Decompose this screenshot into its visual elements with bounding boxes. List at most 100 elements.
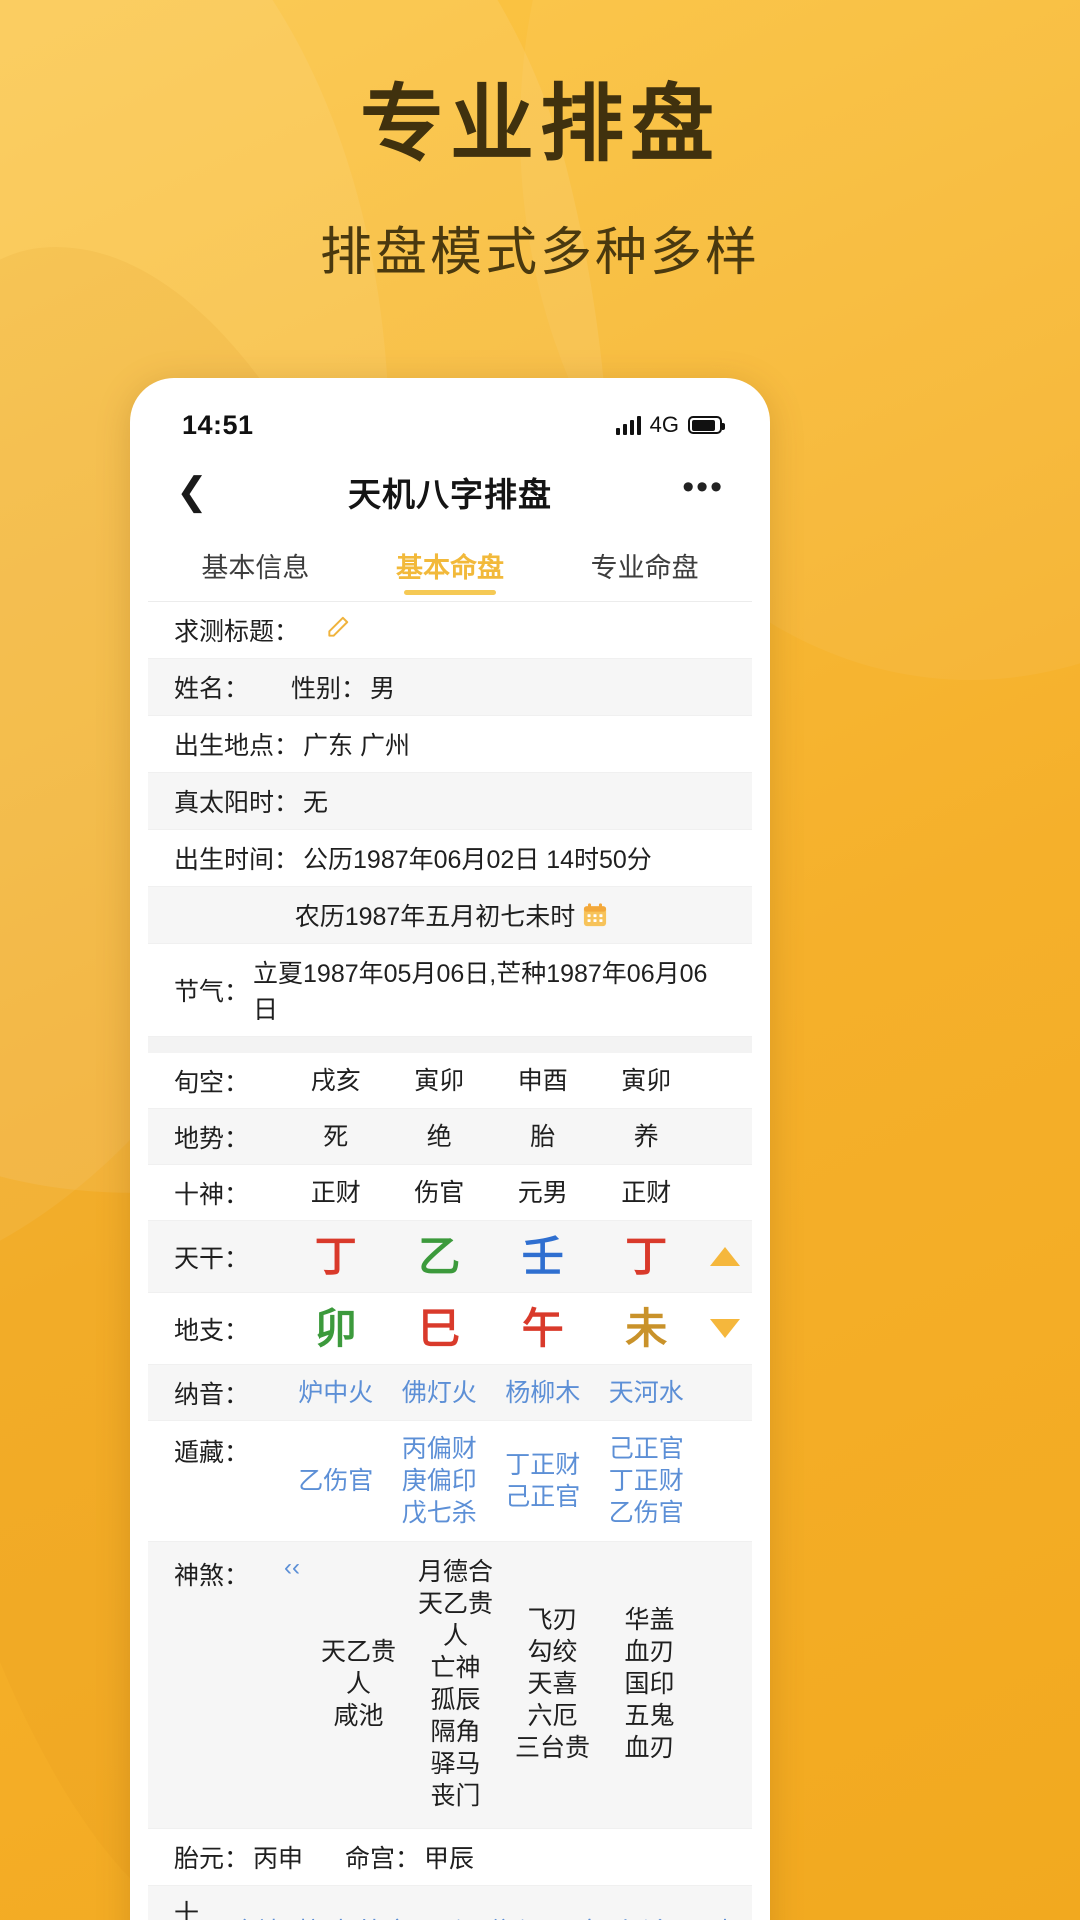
table-cell: 死 — [323, 1122, 349, 1151]
row-true-solar-time: 真太阳时： 无 — [148, 773, 752, 830]
table-row-dizhi: 地支： 卯 巳 午 未 — [148, 1293, 752, 1365]
chevron-left-icon[interactable]: ❮ — [176, 473, 226, 511]
hero-title: 专业排盘 — [359, 77, 720, 171]
table-cell: 华盖 血刃 国印 五鬼 血刃 — [624, 1606, 675, 1762]
table-cell: 绝 — [426, 1122, 452, 1151]
table-cell: 卯 — [314, 1304, 357, 1352]
signal-bars-icon — [615, 415, 641, 435]
minggong-value: 甲辰 — [424, 1845, 475, 1873]
table-cell: 巳 — [418, 1304, 461, 1352]
shishen-label: 十神： — [174, 1180, 250, 1209]
tab-bar: 基本信息 基本命盘 专业命盘 — [148, 530, 752, 602]
status-time: 14:51 — [182, 409, 254, 440]
birth-time-value: 公历1987年06月02日 14时50分 — [303, 846, 652, 874]
row-query-title[interactable]: 求测标题： — [148, 602, 752, 659]
row-birthplace: 出生地点： 广东 广州 — [148, 716, 752, 773]
birthplace-label: 出生地点： — [174, 732, 300, 760]
dunzang-cells: 乙伤官 丙偏财 庚偏印 戊七杀 丁正财 己正官 己正官 丁正财 乙伤官 — [284, 1433, 698, 1529]
table-cell: 申酉 — [517, 1066, 568, 1095]
minggong-label: 命宫： — [345, 1845, 421, 1873]
table-cell: 元男 — [517, 1178, 568, 1207]
navigation-bar: ❮ 天机八字排盘 ••• — [148, 454, 752, 530]
calendar-icon[interactable] — [581, 901, 609, 929]
table-cell: 炉中火 — [298, 1378, 374, 1407]
solar-terms-label: 节气： — [174, 978, 250, 1006]
table-cell: 未 — [625, 1304, 668, 1352]
table-cell: 丁 — [625, 1232, 668, 1280]
tiangan-cells: 丁 乙 壬 丁 — [284, 1230, 698, 1284]
table-cell: 飞刃 勾绞 天喜 六厄 三台贵 — [514, 1606, 590, 1762]
lunar-date-value: 农历1987年五月初七未时 — [294, 903, 576, 931]
status-indicators: 4G — [615, 412, 725, 438]
more-horizontal-icon[interactable]: ••• — [682, 470, 724, 506]
table-cell: 丁 — [314, 1232, 357, 1280]
table-cell: 寅卯 — [414, 1066, 465, 1095]
table-cell: 天乙贵人 咸池 — [320, 1638, 396, 1730]
table-cell: 正财 — [621, 1178, 672, 1207]
hero-banner: 专业排盘 排盘模式多种多样 — [0, 0, 1080, 285]
shishen-list-items: 食神劫财比肩正印偏印正官七杀正财偏财伤官 — [232, 1912, 726, 1920]
row-name-gender: 姓名： 性别： 男 — [148, 659, 752, 716]
table-row-dunzang: 遁藏： 乙伤官 丙偏财 庚偏印 戊七杀 丁正财 己正官 己正官 丁正财 乙伤官 — [148, 1421, 752, 1542]
table-cell: 伤官 — [414, 1178, 465, 1207]
shensha-label: 神煞： — [174, 1562, 250, 1590]
table-cell: 乙伤官 — [298, 1467, 374, 1495]
dishi-cells: 死 绝 胎 养 — [284, 1121, 698, 1153]
taiyuan-label: 胎元： — [174, 1845, 250, 1873]
phone-mockup: 14:51 4G ❮ 天机八字排盘 ••• 基本信息 基本命盘 专业命盘 求测标… — [130, 378, 770, 1920]
table-cell: 养 — [633, 1122, 659, 1151]
table-cell: 午 — [521, 1304, 564, 1352]
table-row-xunkong: 旬空： 戌亥 寅卯 申酉 寅卯 — [148, 1053, 752, 1109]
table-cell: 天河水 — [608, 1378, 684, 1407]
query-title-label: 求测标题： — [174, 618, 300, 646]
status-bar: 14:51 4G — [148, 396, 752, 454]
true-solar-value: 无 — [303, 789, 329, 817]
nayin-cells: 炉中火 佛灯火 杨柳木 天河水 — [284, 1377, 698, 1409]
hero-subtitle: 排盘模式多种多样 — [319, 224, 760, 283]
page-title: 天机八字排盘 — [348, 476, 552, 513]
table-cell: 丙偏财 庚偏印 戊七杀 — [401, 1435, 477, 1527]
table-cell: 胎 — [530, 1122, 556, 1151]
table-row-shensha: 神煞： ‹‹ 天乙贵人 咸池 月德合 天乙贵人 亡神 孤辰 隔角 驿马 丧门 飞刃 勾绞 天喜 六厄… — [148, 1542, 752, 1829]
dunzang-label: 遁藏： — [174, 1439, 250, 1467]
shishen-cells: 正财 伤官 元男 正财 — [284, 1177, 698, 1209]
table-row-nayin: 纳音： 炉中火 佛灯火 杨柳木 天河水 — [148, 1365, 752, 1421]
phone-screen: 14:51 4G ❮ 天机八字排盘 ••• 基本信息 基本命盘 专业命盘 求测标… — [148, 396, 752, 1920]
table-cell: 丁正财 己正官 — [505, 1451, 581, 1511]
tiangan-label: 天干： — [174, 1244, 250, 1273]
true-solar-label: 真太阳时： — [174, 789, 300, 817]
table-cell: 壬 — [521, 1232, 564, 1280]
xunkong-cells: 戌亥 寅卯 申酉 寅卯 — [284, 1065, 698, 1097]
table-cell: 正财 — [310, 1178, 361, 1207]
row-taiyuan-minggong: 胎元： 丙申 命宫： 甲辰 — [148, 1829, 752, 1886]
triangle-down-icon[interactable] — [698, 1319, 752, 1338]
table-cell: 戌亥 — [310, 1066, 361, 1095]
table-cell: 己正官 丁正财 乙伤官 — [608, 1435, 684, 1527]
table-cell: 乙 — [418, 1232, 461, 1280]
tab-basic-chart[interactable]: 基本命盘 — [353, 530, 548, 601]
shensha-cells: 天乙贵人 咸池 月德合 天乙贵人 亡神 孤辰 隔角 驿马 丧门 飞刃 勾绞 天喜 六厄 三台贵 华盖血… — [310, 1556, 698, 1812]
triangle-up-icon[interactable] — [698, 1247, 752, 1266]
row-lunar-date[interactable]: 农历1987年五月初七未时 — [148, 887, 752, 944]
dizhi-cells: 卯 巳 午 未 — [284, 1302, 698, 1356]
table-cell: 佛灯火 — [401, 1378, 477, 1407]
table-row-tiangan: 天干： 丁 乙 壬 丁 — [148, 1221, 752, 1293]
shishen-list-label: 十神： — [174, 1900, 200, 1920]
tab-basic-info[interactable]: 基本信息 — [158, 530, 353, 601]
section-divider — [148, 1037, 752, 1053]
chevron-up-icon[interactable]: ‹‹ — [284, 1556, 300, 1580]
nayin-label: 纳音： — [174, 1380, 250, 1409]
tab-pro-chart[interactable]: 专业命盘 — [547, 530, 742, 601]
birthplace-value: 广东 广州 — [303, 732, 410, 760]
table-cell: 杨柳木 — [505, 1378, 581, 1407]
row-shishen-list: 十神： 食神劫财比肩正印偏印正官七杀正财偏财伤官 — [148, 1886, 752, 1920]
network-type-label: 4G — [649, 412, 679, 437]
pencil-icon[interactable] — [325, 614, 351, 647]
birth-time-label: 出生时间： — [174, 846, 300, 874]
name-label: 姓名： — [174, 675, 250, 703]
xunkong-label: 旬空： — [174, 1068, 250, 1097]
table-row-dishi: 地势： 死 绝 胎 养 — [148, 1109, 752, 1165]
table-cell: 月德合 天乙贵人 亡神 孤辰 隔角 驿马 丧门 — [417, 1558, 493, 1810]
gender-label: 性别： — [291, 675, 367, 703]
dishi-label: 地势： — [174, 1124, 250, 1153]
